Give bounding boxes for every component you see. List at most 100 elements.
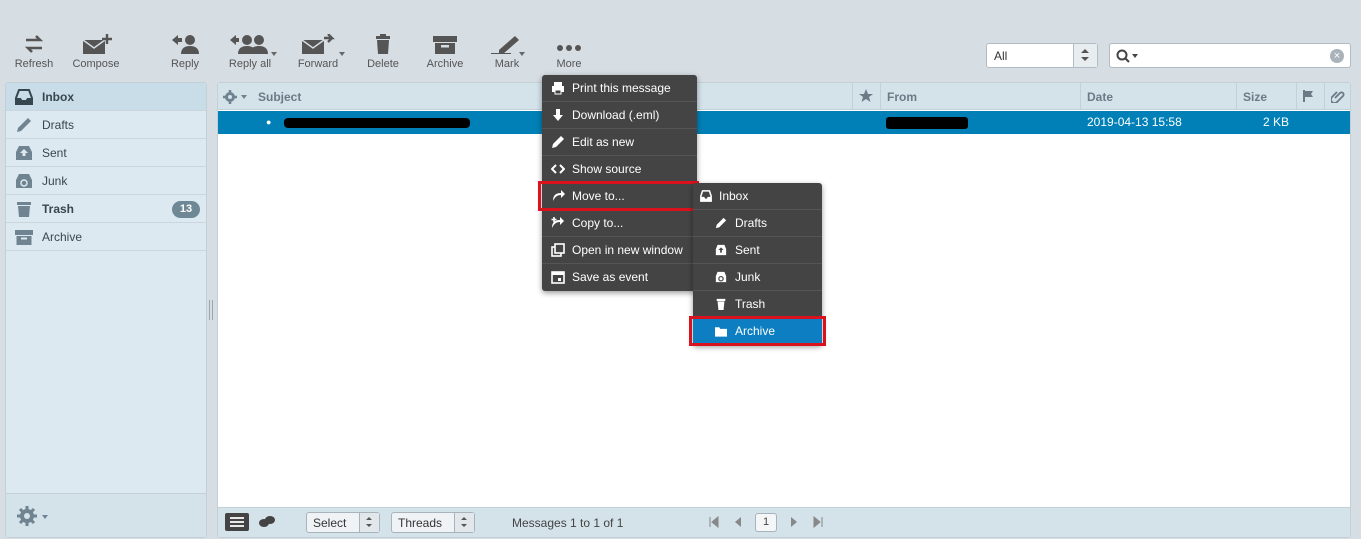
- filter-spinner[interactable]: [1073, 44, 1097, 67]
- column-attachment[interactable]: [1324, 83, 1350, 110]
- folder-label: Junk: [42, 174, 68, 188]
- copy-icon: [551, 217, 564, 228]
- submenu-label: Trash: [735, 297, 766, 311]
- message-list-header: Subject From Date Size: [218, 83, 1350, 110]
- menu-copy-to[interactable]: Copy to...: [542, 210, 697, 237]
- folder-junk[interactable]: Junk: [6, 167, 206, 195]
- folder-list: Inbox Drafts Sent Junk Trash 13 Archive: [5, 82, 207, 538]
- archive-button[interactable]: Archive: [415, 34, 475, 78]
- junk-icon: [715, 271, 727, 283]
- compose-icon: [82, 34, 112, 54]
- more-dots-icon: [557, 45, 581, 51]
- folder-icon: [715, 327, 727, 337]
- submenu-label: Inbox: [719, 189, 749, 203]
- menu-edit-as-new[interactable]: Edit as new: [542, 129, 697, 156]
- menu-show-source[interactable]: Show source: [542, 156, 697, 183]
- reply-all-dropdown-caret[interactable]: [271, 52, 277, 56]
- column-size[interactable]: Size: [1236, 83, 1267, 110]
- submenu-drafts[interactable]: Drafts: [693, 210, 822, 237]
- archive-icon: [433, 36, 457, 54]
- unread-dot: ●: [266, 117, 272, 127]
- inbox-icon: [15, 89, 33, 105]
- menu-print[interactable]: Print this message: [542, 75, 697, 102]
- more-button[interactable]: More: [539, 34, 599, 78]
- paperclip-icon: [1330, 91, 1345, 104]
- table-row[interactable]: ● 2019-04-13 15:58 2 KB: [218, 111, 1350, 134]
- forward-button[interactable]: Forward: [288, 34, 348, 78]
- menu-open-new-window[interactable]: Open in new window: [542, 237, 697, 264]
- last-page-icon[interactable]: [812, 516, 824, 528]
- folder-label: Archive: [42, 230, 83, 244]
- filter-select[interactable]: All: [986, 43, 1098, 68]
- folder-archive[interactable]: Archive: [6, 223, 206, 251]
- column-subject[interactable]: Subject: [252, 83, 301, 110]
- column-flagged[interactable]: [852, 83, 880, 110]
- menu-save-as-event[interactable]: Save as event: [542, 264, 697, 291]
- toolbar: Refresh Compose Reply Reply all Forward …: [0, 0, 1361, 80]
- list-options-gear-icon[interactable]: [223, 90, 249, 104]
- search-box[interactable]: ×: [1109, 43, 1351, 68]
- reply-all-icon: [230, 35, 268, 54]
- search-input[interactable]: [1144, 48, 1324, 64]
- select-spinner: [359, 513, 379, 532]
- submenu-junk[interactable]: Junk: [693, 264, 822, 291]
- search-icon[interactable]: [1116, 49, 1140, 63]
- menu-download[interactable]: Download (.eml): [542, 102, 697, 129]
- refresh-icon: [24, 35, 44, 53]
- first-page-icon[interactable]: [708, 516, 720, 528]
- message-list-footer: Select Threads Messages 1 to 1 of 1 1: [218, 507, 1350, 537]
- flag-icon: [1303, 90, 1313, 102]
- prev-page-icon[interactable]: [732, 516, 744, 528]
- trash-icon: [17, 202, 31, 217]
- delete-label: Delete: [367, 58, 399, 70]
- compose-button[interactable]: Compose: [66, 34, 126, 78]
- reply-all-button[interactable]: Reply all: [220, 34, 280, 78]
- archive-icon: [15, 230, 33, 245]
- column-flag[interactable]: [1296, 83, 1324, 110]
- submenu-label: Sent: [735, 243, 760, 257]
- list-view-icon[interactable]: [225, 513, 249, 531]
- submenu-sent[interactable]: Sent: [693, 237, 822, 264]
- next-page-icon[interactable]: [788, 516, 800, 528]
- submenu-archive[interactable]: Archive: [693, 318, 822, 345]
- folder-inbox[interactable]: Inbox: [6, 83, 206, 111]
- menu-label: Save as event: [572, 270, 649, 284]
- select-dropdown[interactable]: Select: [306, 512, 380, 533]
- folder-drafts[interactable]: Drafts: [6, 111, 206, 139]
- delete-button[interactable]: Delete: [353, 34, 413, 78]
- pencil-icon: [552, 136, 564, 148]
- move-icon: [553, 190, 565, 201]
- threads-dropdown[interactable]: Threads: [391, 512, 475, 533]
- row-date: 2019-04-13 15:58: [1087, 115, 1182, 129]
- redacted-sender: [886, 117, 968, 129]
- column-date[interactable]: Date: [1080, 83, 1113, 110]
- folder-sent[interactable]: Sent: [6, 139, 206, 167]
- reply-button[interactable]: Reply: [155, 34, 215, 78]
- pencil-icon: [715, 217, 727, 229]
- pane-splitter[interactable]: [209, 300, 213, 320]
- sent-icon: [715, 244, 727, 256]
- submenu-inbox[interactable]: Inbox: [693, 183, 822, 210]
- conversation-view-icon[interactable]: [258, 515, 276, 529]
- gear-icon[interactable]: [16, 505, 50, 527]
- page-number[interactable]: 1: [755, 513, 777, 532]
- download-icon: [553, 109, 563, 121]
- menu-move-to[interactable]: Move to...: [542, 183, 697, 210]
- refresh-button[interactable]: Refresh: [4, 34, 64, 78]
- folder-label: Trash: [42, 202, 75, 216]
- mark-label: Mark: [494, 58, 520, 70]
- folder-trash[interactable]: Trash 13: [6, 195, 206, 223]
- mark-dropdown-caret[interactable]: [519, 52, 525, 56]
- reply-icon: [172, 35, 199, 54]
- sent-icon: [16, 146, 32, 160]
- submenu-trash[interactable]: Trash: [693, 291, 822, 318]
- submenu-label: Archive: [735, 324, 776, 338]
- mark-button[interactable]: Mark: [477, 34, 537, 78]
- column-from[interactable]: From: [880, 83, 917, 110]
- forward-dropdown-caret[interactable]: [339, 52, 345, 56]
- more-menu: Print this message Download (.eml) Edit …: [542, 75, 697, 291]
- redacted-subject: [284, 118, 470, 128]
- folder-list-footer: [6, 493, 206, 537]
- search-reset-icon[interactable]: ×: [1330, 49, 1344, 63]
- more-label: More: [556, 58, 582, 70]
